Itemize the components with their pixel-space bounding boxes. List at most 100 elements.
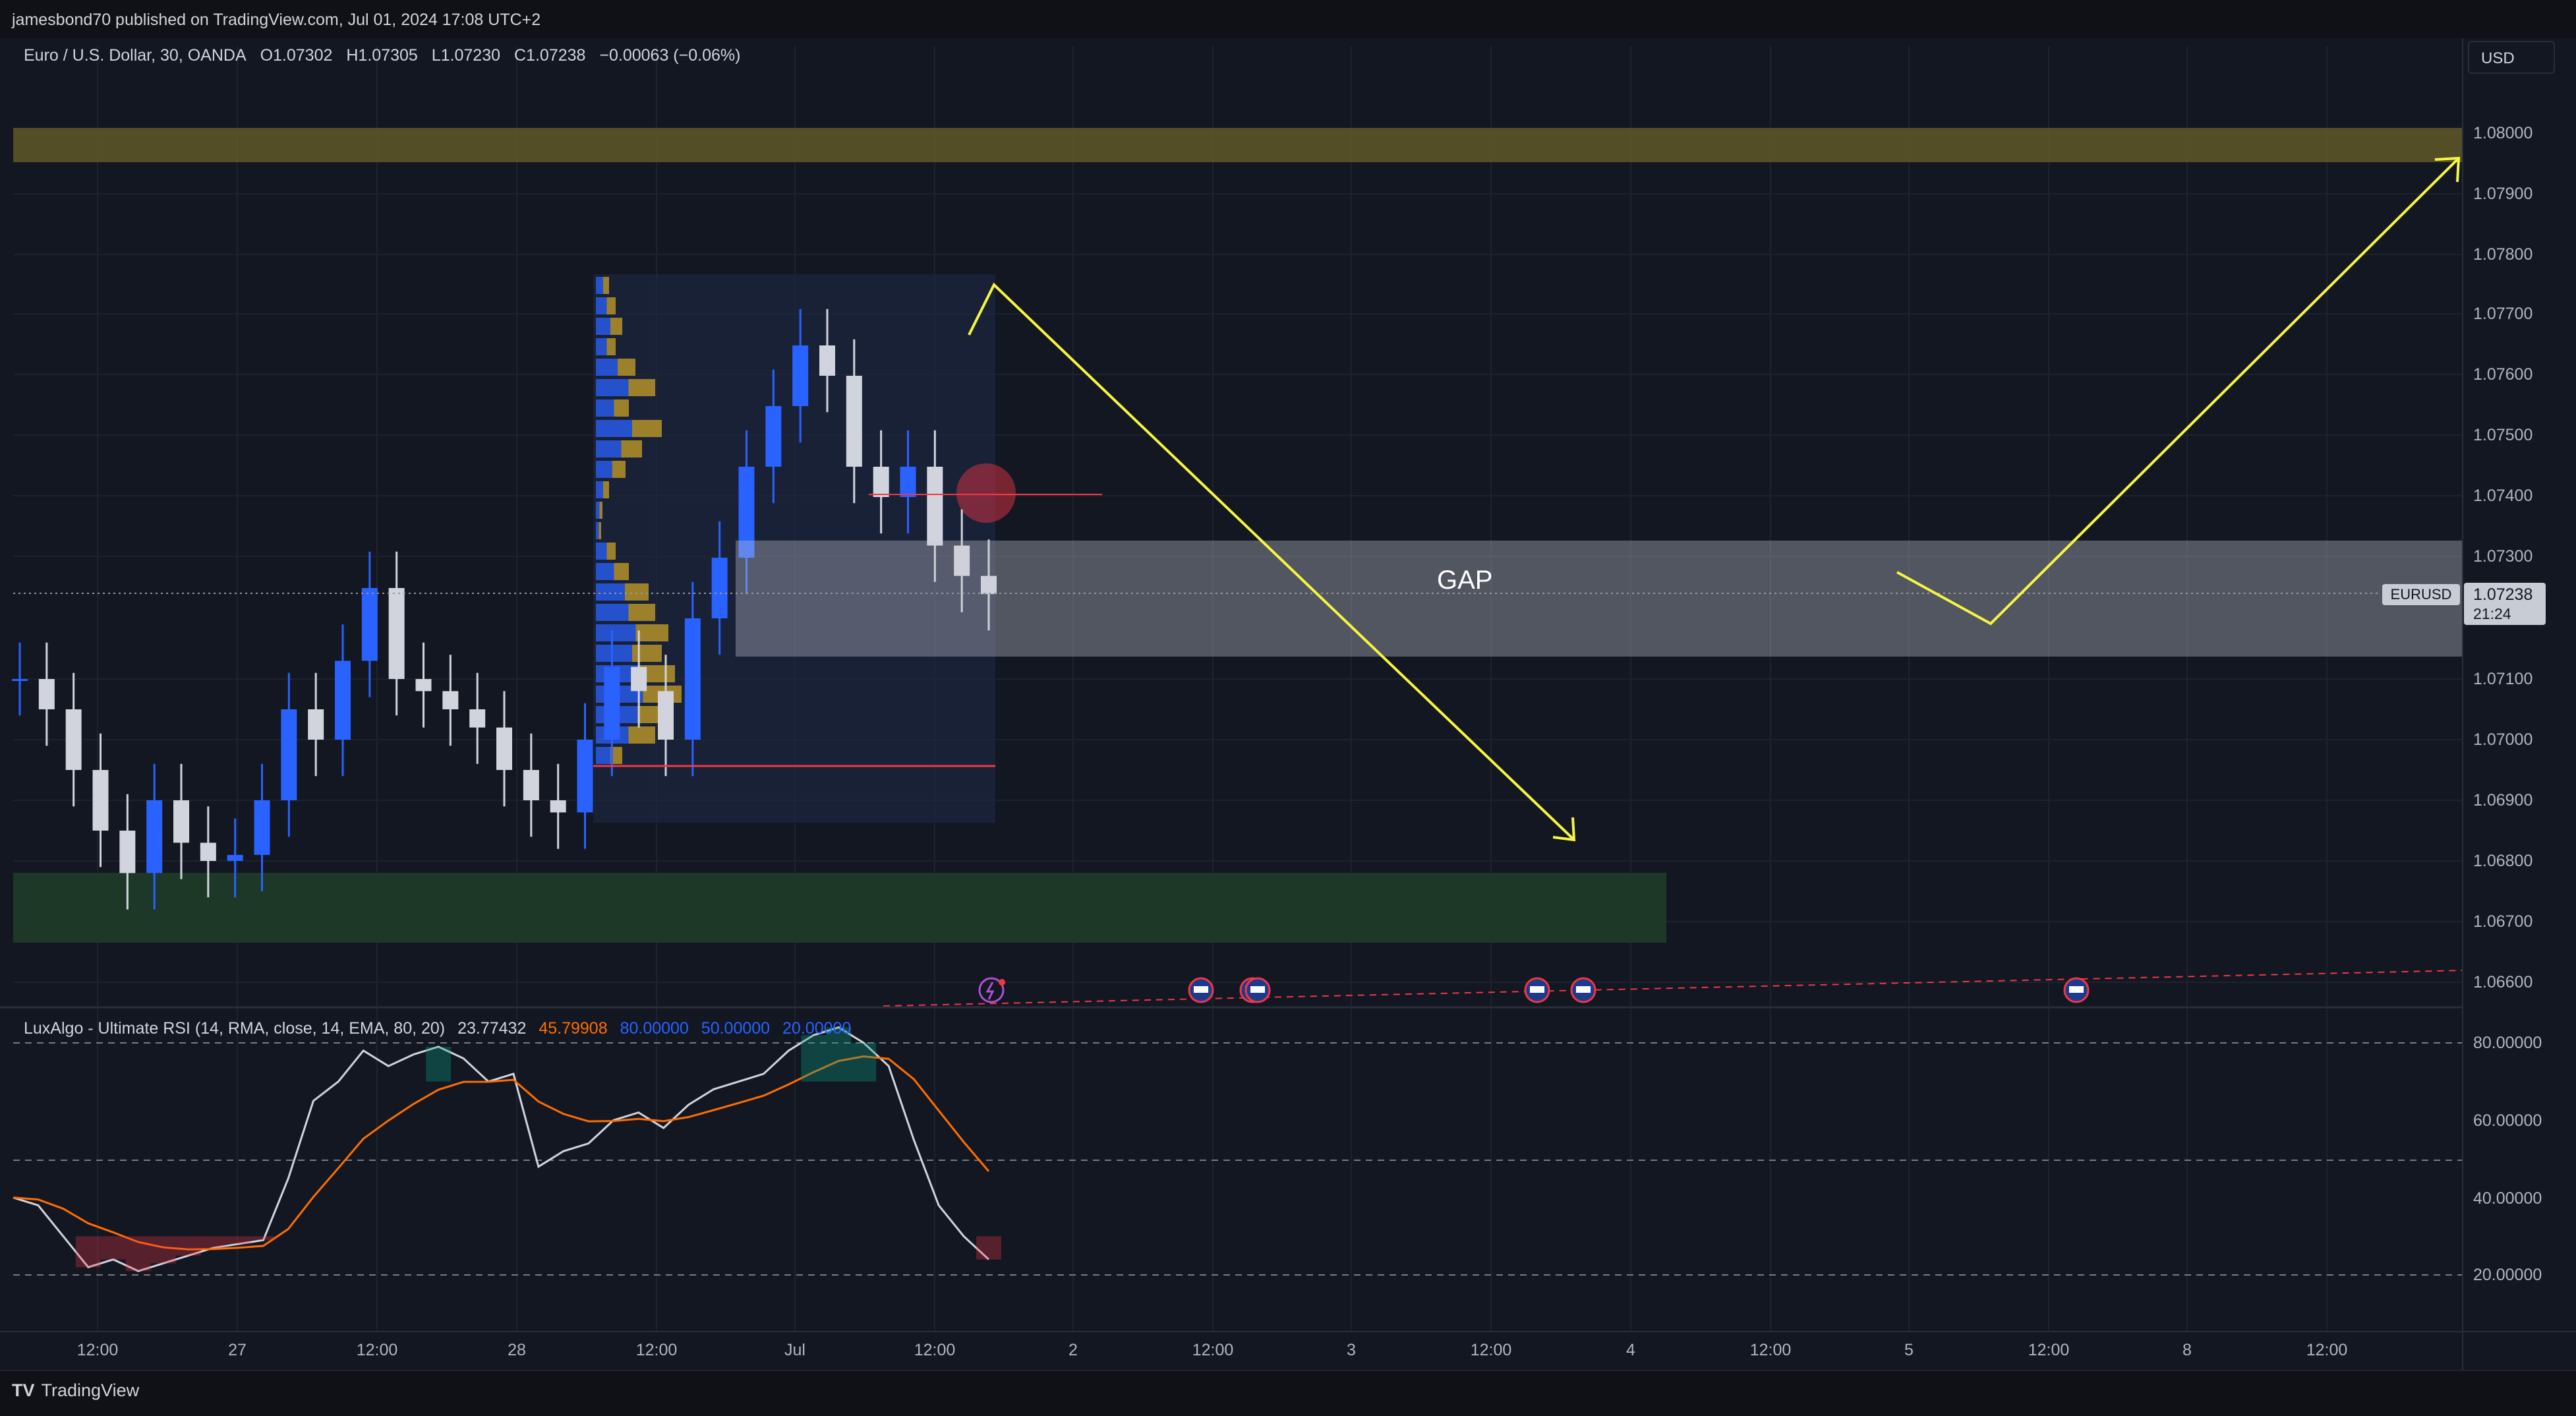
price-axis-label: 1.06600 — [2473, 973, 2533, 991]
time-axis-label: 28 — [508, 1341, 526, 1359]
rsi-indicator-legend[interactable]: LuxAlgo - Ultimate RSI (14, RMA, close, … — [24, 1019, 859, 1038]
candle-body — [415, 679, 432, 692]
time-axis-label: 12:00 — [635, 1341, 678, 1359]
volume-profile-bar-up — [596, 563, 614, 580]
volume-profile-bar-up — [596, 461, 612, 478]
chart-grid — [13, 46, 2463, 1332]
ohlc-low: L1.07230 — [431, 46, 501, 65]
candle-body — [173, 800, 189, 843]
time-axis-label: 4 — [1626, 1341, 1635, 1359]
volume-profile-bar-down — [614, 563, 629, 580]
volume-profile-bar-up — [596, 604, 629, 621]
gap-text-label[interactable]: GAP — [1437, 566, 1492, 595]
currency-button[interactable]: USD — [2468, 41, 2555, 74]
rsi-axis-label: 60.00000 — [2473, 1111, 2542, 1130]
rsi-oversold-fill — [100, 1236, 126, 1260]
candle-body — [792, 345, 809, 406]
rsi-signal-value: 45.79908 — [539, 1019, 608, 1038]
candle-body — [442, 691, 459, 709]
footer-bar — [0, 1370, 2576, 1416]
candle-body — [873, 467, 889, 497]
volume-profile-bar-down — [606, 297, 616, 314]
rsi-oversold-fill — [250, 1236, 276, 1241]
symbol-price-tag: EURUSD — [2382, 584, 2460, 605]
rsi-name[interactable]: LuxAlgo - Ultimate RSI (14, RMA, close, … — [24, 1019, 445, 1038]
ohlc-close: C1.07238 — [513, 46, 586, 65]
volume-profile-bar-down — [599, 502, 602, 519]
volume-profile-bar-up — [596, 277, 603, 294]
volume-profile-bar-down — [632, 645, 662, 662]
candle-body — [119, 831, 136, 873]
chart-canvas[interactable] — [0, 0, 2576, 1415]
candle-body — [550, 800, 566, 813]
candle-body — [523, 770, 539, 800]
us-flag-event-stripe — [1194, 986, 1208, 993]
volume-profile-bar-up — [596, 645, 632, 662]
rsi-series — [13, 1026, 1001, 1272]
price-axis-label: 1.06700 — [2473, 912, 2533, 931]
volume-profile-bar-up — [596, 338, 607, 355]
volume-profile-bar-down — [632, 420, 662, 437]
time-axis-label: 5 — [1904, 1341, 1914, 1359]
candle-body — [577, 740, 593, 813]
time-axis-label: Jul — [784, 1341, 805, 1359]
rsi-oversold-fill — [175, 1236, 201, 1256]
rsi-oversold-fill — [150, 1236, 176, 1264]
entry-marker[interactable] — [956, 463, 1016, 523]
volume-profile-bar-down — [625, 583, 649, 601]
volume-profile-bar-down — [610, 318, 622, 335]
brand-name: TradingView — [41, 1380, 140, 1400]
rsi-axis-label: 40.00000 — [2473, 1189, 2542, 1208]
price-axis-label: 1.07700 — [2473, 305, 2533, 323]
price-axis-label: 1.07400 — [2473, 487, 2533, 505]
time-axis-label: 12:00 — [356, 1341, 398, 1359]
candle-body — [12, 679, 28, 681]
candle-body — [335, 661, 351, 740]
resistance-zone[interactable] — [13, 128, 2463, 162]
volume-profile-bar-up — [596, 379, 629, 396]
gap-zone[interactable] — [736, 541, 2463, 657]
rsi-os-value: 20.00000 — [782, 1019, 852, 1038]
rsi-overbought-fill — [426, 1046, 452, 1082]
candle-body — [254, 800, 270, 855]
volume-profile-bar-up — [596, 747, 610, 764]
volume-profile-bar-down — [614, 399, 629, 417]
rsi-oversold-fill — [200, 1236, 226, 1248]
symbol-description[interactable]: Euro / U.S. Dollar, 30, OANDA — [24, 46, 247, 65]
price-axis-label: 1.07300 — [2473, 547, 2533, 566]
rsi-mid-value: 50.00000 — [701, 1019, 771, 1038]
candle-body — [927, 467, 943, 546]
candle-body — [658, 691, 674, 740]
time-axis-label: 3 — [1347, 1341, 1356, 1359]
volume-profile-bar-up — [596, 318, 610, 335]
volume-profile-bar-down — [612, 461, 626, 478]
time-axis-label: 8 — [2182, 1341, 2192, 1359]
time-axis-label: 12:00 — [2028, 1341, 2070, 1359]
rsi-oversold-fill — [75, 1236, 101, 1268]
volume-profile-bar-down — [599, 522, 601, 539]
candle-body — [92, 770, 109, 831]
candle-body — [684, 618, 701, 740]
rsi-value: 23.77432 — [457, 1019, 527, 1038]
volume-profile-bar-down — [606, 338, 616, 355]
tradingview-logo[interactable]: TV TradingView — [12, 1380, 139, 1401]
volume-profile-bar-down — [603, 481, 609, 498]
rsi-oversold-fill — [225, 1236, 251, 1245]
symbol-legend[interactable]: Euro / U.S. Dollar, 30, OANDA O1.07302 H… — [24, 46, 749, 65]
rsi-oversold-fill — [125, 1236, 151, 1272]
volume-profile-bar-up — [596, 481, 603, 498]
time-axis-label: 12:00 — [76, 1341, 119, 1359]
price-axis-label: 1.07500 — [2473, 426, 2533, 444]
candle-body — [227, 854, 243, 861]
price-axis-label: 1.07800 — [2473, 245, 2533, 264]
ohlc-change: −0.00063 (−0.06%) — [599, 46, 741, 65]
last-price-box: 1.07238 21:24 — [2464, 583, 2546, 625]
volume-profile-bar-down — [603, 277, 609, 294]
price-axis-label: 1.07600 — [2473, 365, 2533, 384]
volume-profile-bar-down — [621, 440, 642, 457]
volume-profile-bar-up — [596, 359, 618, 376]
rsi-ob-value: 80.00000 — [620, 1019, 689, 1038]
time-axis-label: 12:00 — [1749, 1341, 1792, 1359]
time-axis-label: 27 — [228, 1341, 247, 1359]
volume-profile-bar-up — [596, 522, 599, 539]
